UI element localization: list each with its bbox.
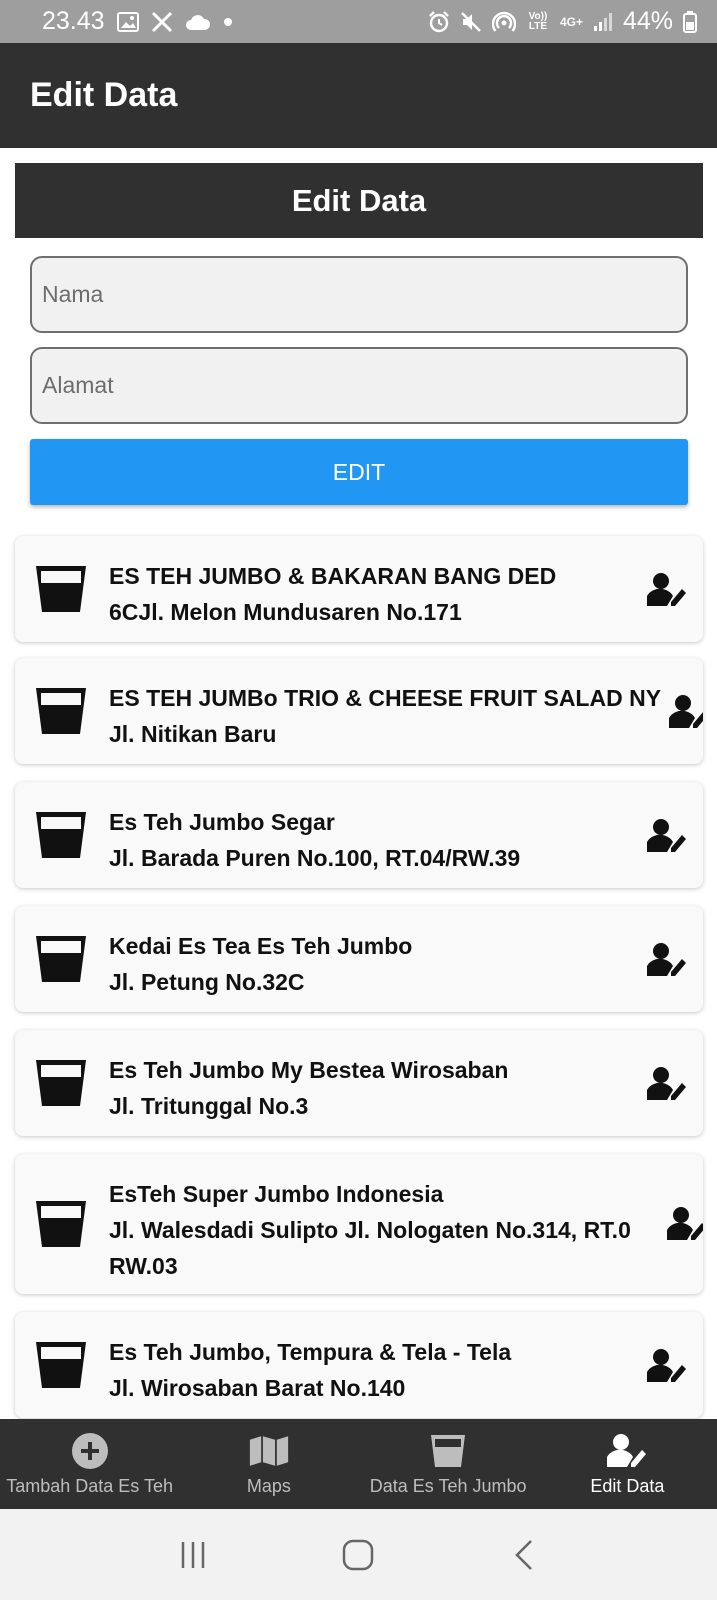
nav-label: Tambah Data Es Teh — [6, 1475, 173, 1496]
user-edit-icon[interactable] — [667, 1206, 703, 1242]
list-item[interactable]: Es Teh Jumbo My Bestea Wirosaban Jl. Trit… — [15, 1030, 703, 1136]
status-time: 23.43 — [42, 7, 105, 35]
item-address: Jl. Nitikan Baru — [109, 721, 277, 747]
app-title: Edit Data — [30, 76, 178, 114]
user-edit-icon[interactable] — [647, 1066, 687, 1102]
edit-button[interactable]: EDIT — [30, 439, 688, 505]
address-input-placeholder: Alamat — [42, 372, 114, 398]
item-address: Jl. Petung No.32C — [109, 969, 305, 995]
user-edit-icon[interactable] — [647, 572, 687, 608]
glass-icon — [36, 688, 86, 734]
hotspot-icon — [491, 11, 516, 33]
cloud-icon — [185, 13, 211, 31]
recents-button[interactable] — [173, 1535, 213, 1575]
back-button[interactable] — [504, 1535, 544, 1575]
user-edit-icon[interactable] — [647, 818, 687, 854]
map-icon — [249, 1432, 289, 1470]
gallery-icon — [116, 11, 139, 32]
list-item[interactable]: EsTeh Super Jumbo Indonesia Jl. Walesdadi… — [15, 1154, 703, 1294]
app-bar: Edit Data — [0, 43, 717, 148]
item-address: Jl. Wirosaban Barat No.140 — [109, 1375, 406, 1401]
system-nav — [0, 1509, 717, 1600]
item-address: Jl. Tritunggal No.3 — [109, 1093, 309, 1119]
volte-label: Vo)) LTE — [528, 10, 548, 32]
nav-tambah-data[interactable]: Tambah Data Es Teh — [0, 1419, 179, 1509]
alarm-icon — [428, 10, 450, 33]
nav-maps[interactable]: Maps — [179, 1419, 358, 1509]
address-input[interactable]: Alamat — [30, 347, 688, 424]
network-label: 4G+ — [559, 14, 583, 29]
list-item[interactable]: Es Teh Jumbo, Tempura & Tela - Tela Jl. W… — [15, 1312, 703, 1418]
signal-icon — [593, 12, 613, 32]
item-name: ES TEH JUMBo TRIO & CHEESE FRUIT SALAD N… — [109, 685, 662, 711]
user-edit-icon[interactable] — [647, 1348, 687, 1384]
content-area[interactable]: Edit Data Nama Alamat EDIT ES TEH JUMBO … — [0, 148, 717, 1419]
battery-icon — [683, 10, 697, 33]
item-name: Es Teh Jumbo Segar — [109, 809, 335, 835]
glass-icon — [36, 1060, 86, 1106]
dot-icon — [223, 17, 233, 27]
x-icon — [151, 11, 173, 33]
name-input[interactable]: Nama — [30, 256, 688, 333]
nav-label: Edit Data — [590, 1475, 665, 1496]
item-name: Kedai Es Tea Es Teh Jumbo — [109, 933, 413, 959]
item-name: ES TEH JUMBO & BAKARAN BANG DED — [109, 563, 557, 589]
nav-data-es-teh[interactable]: Data Es Teh Jumbo — [359, 1419, 538, 1509]
glass-icon — [36, 566, 86, 612]
list-item[interactable]: ES TEH JUMBO & BAKARAN BANG DED 6CJl. Mel… — [15, 536, 703, 642]
user-edit-icon — [607, 1432, 647, 1470]
glass-icon — [428, 1432, 468, 1470]
name-input-placeholder: Nama — [42, 281, 104, 307]
mute-icon — [460, 11, 482, 33]
item-name: Es Teh Jumbo, Tempura & Tela - Tela — [109, 1339, 512, 1365]
glass-icon — [36, 936, 86, 982]
item-address: 6CJl. Melon Mundusaren No.171 — [109, 599, 462, 625]
home-button[interactable] — [338, 1535, 378, 1575]
item-name: Es Teh Jumbo My Bestea Wirosaban — [109, 1057, 509, 1083]
glass-icon — [36, 1201, 86, 1247]
item-name: EsTeh Super Jumbo Indonesia — [109, 1181, 444, 1207]
list-item[interactable]: Es Teh Jumbo Segar Jl. Barada Puren No.10… — [15, 782, 703, 888]
user-edit-icon[interactable] — [647, 942, 687, 978]
list-item[interactable]: ES TEH JUMBo TRIO & CHEESE FRUIT SALAD N… — [15, 658, 703, 764]
nav-edit-data[interactable]: Edit Data — [538, 1419, 717, 1509]
user-edit-icon[interactable] — [669, 694, 703, 730]
nav-label: Maps — [246, 1475, 291, 1496]
battery-percent: 44% — [622, 7, 673, 35]
item-address: Jl. Barada Puren No.100, RT.04/RW.39 — [109, 845, 521, 871]
status-bar: 23.43 Vo)) LTE 4G+ 44% — [0, 0, 717, 43]
bottom-nav: Tambah Data Es Teh Maps Data Es Teh Jumb… — [0, 1419, 717, 1509]
list-item[interactable]: Kedai Es Tea Es Teh Jumbo Jl. Petung No.3… — [15, 906, 703, 1012]
form-header: Edit Data — [15, 163, 703, 238]
glass-icon — [36, 812, 86, 858]
glass-icon — [36, 1342, 86, 1388]
item-address: Jl. Walesdadi Sulipto Jl. Nologaten No.3… — [109, 1217, 631, 1279]
nav-label: Data Es Teh Jumbo — [369, 1475, 527, 1496]
add-circle-icon — [70, 1432, 110, 1470]
